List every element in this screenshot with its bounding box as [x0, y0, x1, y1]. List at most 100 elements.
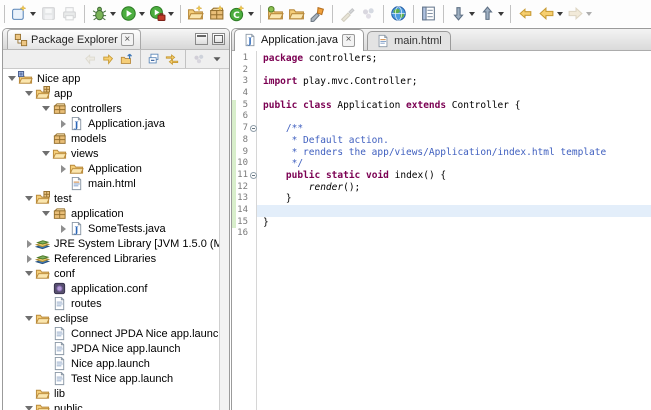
- previous-annotation-dropdown-arrow-icon[interactable]: [498, 12, 504, 16]
- new-java-project-button[interactable]: [185, 3, 206, 25]
- new-button[interactable]: [9, 3, 38, 25]
- line-number: 2: [236, 65, 249, 77]
- fold-column: [249, 135, 257, 147]
- code-line-2[interactable]: 2: [232, 65, 651, 77]
- tree-item-nice-app-launch[interactable]: Nice app.launch: [3, 356, 229, 371]
- expand-arrow-icon[interactable]: [24, 406, 34, 410]
- tree-item-label: app: [54, 88, 72, 100]
- tree-item-referenced-libraries[interactable]: Referenced Libraries: [3, 251, 229, 266]
- next-annotation-button[interactable]: [448, 3, 477, 25]
- toolbar-separator: [84, 5, 85, 23]
- tree-item-application[interactable]: application: [3, 206, 229, 221]
- filters-button: [190, 51, 208, 67]
- collapse-arrow-icon[interactable]: [58, 165, 68, 173]
- tree-item-views[interactable]: views: [3, 146, 229, 161]
- tab-main-html[interactable]: main.html: [367, 31, 451, 50]
- tree-item-jpda-nice-app-launch[interactable]: JPDA Nice app.launch: [3, 341, 229, 356]
- tree-item-main-html[interactable]: main.html: [3, 176, 229, 191]
- expand-arrow-icon[interactable]: [41, 106, 51, 111]
- tree-item-application-java[interactable]: JApplication.java: [3, 116, 229, 131]
- collapse-arrow-icon[interactable]: [58, 225, 68, 233]
- run-button[interactable]: [118, 3, 147, 25]
- new-dropdown-arrow-icon[interactable]: [30, 12, 36, 16]
- link-with-editor-button[interactable]: [163, 51, 181, 67]
- debug-dropdown-arrow-icon[interactable]: [110, 12, 116, 16]
- code-line-12[interactable]: 12 render();: [232, 182, 651, 194]
- tree-item-application[interactable]: Application: [3, 161, 229, 176]
- collapse-arrow-icon[interactable]: [24, 255, 34, 263]
- code-line-11[interactable]: 11 public static void index() {: [232, 170, 651, 182]
- tab-close-icon[interactable]: [342, 34, 355, 47]
- tree-item-public[interactable]: public: [3, 401, 229, 410]
- open-resource-button[interactable]: [286, 3, 307, 25]
- expand-arrow-icon[interactable]: [24, 196, 34, 201]
- tree-item-sometests-java[interactable]: JSomeTests.java: [3, 221, 229, 236]
- debug-button[interactable]: [89, 3, 118, 25]
- tree-item-application-conf[interactable]: application.conf: [3, 281, 229, 296]
- minimize-icon[interactable]: [195, 33, 208, 45]
- code-line-4[interactable]: 4: [232, 88, 651, 100]
- view-menu-button[interactable]: [208, 51, 226, 67]
- tree-item-controllers[interactable]: controllers: [3, 101, 229, 116]
- external-tools-button[interactable]: [147, 3, 176, 25]
- code-line-14[interactable]: 14: [232, 205, 651, 217]
- tree-item-nice-app[interactable]: Nice app: [3, 71, 229, 86]
- fold-collapse-icon[interactable]: [249, 123, 257, 135]
- code-line-13[interactable]: 13 }: [232, 193, 651, 205]
- tab-application-java[interactable]: JApplication.java: [234, 29, 364, 51]
- last-edit-location-button[interactable]: [515, 3, 536, 25]
- new-class-button[interactable]: C: [227, 3, 256, 25]
- next-annotation-dropdown-arrow-icon[interactable]: [469, 12, 475, 16]
- code-line-9[interactable]: 9 * renders the app/views/Application/in…: [232, 147, 651, 159]
- code-line-10[interactable]: 10 */: [232, 158, 651, 170]
- maximize-icon[interactable]: [212, 33, 225, 45]
- tree-item-routes[interactable]: routes: [3, 296, 229, 311]
- tree-item-jre-system-library-jvm-1-5-0-mac[interactable]: JRE System Library [JVM 1.5.0 (Mac: [3, 236, 229, 251]
- code-line-7[interactable]: 7 /**: [232, 123, 651, 135]
- new-class-dropdown-arrow-icon[interactable]: [248, 12, 254, 16]
- expand-arrow-icon[interactable]: [41, 211, 51, 216]
- code-line-6[interactable]: 6: [232, 111, 651, 123]
- tree-scrollbar[interactable]: [219, 69, 229, 410]
- code-line-8[interactable]: 8 * Default action.: [232, 135, 651, 147]
- up-button[interactable]: [118, 51, 136, 67]
- back-button[interactable]: [536, 3, 565, 25]
- close-view-icon[interactable]: [121, 33, 134, 46]
- expand-arrow-icon[interactable]: [41, 151, 51, 156]
- expand-arrow-icon[interactable]: [24, 271, 34, 276]
- fold-collapse-icon[interactable]: [249, 170, 257, 182]
- new-package-button[interactable]: [206, 3, 227, 25]
- tree-item-eclipse[interactable]: eclipse: [3, 311, 229, 326]
- tree-item-models[interactable]: models: [3, 131, 229, 146]
- tree-item-test-nice-app-launch[interactable]: Test Nice app.launch: [3, 371, 229, 386]
- external-tools-dropdown-arrow-icon[interactable]: [168, 12, 174, 16]
- run-dropdown-arrow-icon[interactable]: [139, 12, 145, 16]
- code-text: [257, 111, 651, 123]
- tree-item-connect-jpda-nice-app-launch[interactable]: Connect JPDA Nice app.launch: [3, 326, 229, 341]
- open-type-button[interactable]: [265, 3, 286, 25]
- collapse-arrow-icon[interactable]: [24, 240, 34, 248]
- search-button[interactable]: [307, 3, 328, 25]
- show-tasks-button[interactable]: [418, 3, 439, 25]
- code-line-5[interactable]: 5public class Application extends Contro…: [232, 100, 651, 112]
- tree-item-app[interactable]: app: [3, 86, 229, 101]
- code-line-15[interactable]: 15}: [232, 217, 651, 229]
- package-explorer-view-tab[interactable]: Package Explorer: [7, 29, 141, 49]
- open-web-browser-button[interactable]: [388, 3, 409, 25]
- view-menu-icon: [210, 52, 224, 66]
- tree-item-test[interactable]: test: [3, 191, 229, 206]
- tree-item-lib[interactable]: lib: [3, 386, 229, 401]
- expand-arrow-icon[interactable]: [24, 91, 34, 96]
- code-editor[interactable]: 1package controllers;23import play.mvc.C…: [232, 51, 651, 410]
- code-line-3[interactable]: 3import play.mvc.Controller;: [232, 76, 651, 88]
- tree-item-conf[interactable]: conf: [3, 266, 229, 281]
- expand-arrow-icon[interactable]: [24, 316, 34, 321]
- collapse-arrow-icon[interactable]: [58, 120, 68, 128]
- code-line-1[interactable]: 1package controllers;: [232, 53, 651, 65]
- expand-arrow-icon[interactable]: [7, 76, 17, 81]
- previous-annotation-button[interactable]: [477, 3, 506, 25]
- collapse-all-button[interactable]: [145, 51, 163, 67]
- code-line-16[interactable]: 16: [232, 228, 651, 240]
- forward-button[interactable]: [100, 51, 118, 67]
- back-dropdown-arrow-icon[interactable]: [557, 12, 563, 16]
